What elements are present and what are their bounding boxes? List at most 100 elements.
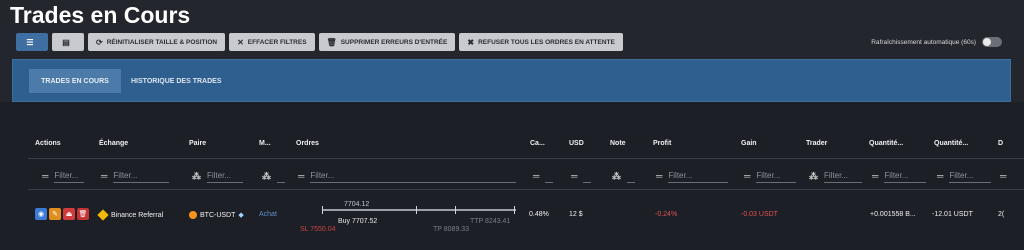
filter-echange: ═ Filter...: [101, 165, 170, 187]
col-note[interactable]: Note: [610, 140, 626, 147]
col-gain[interactable]: Gain: [741, 140, 757, 147]
filter-quantite-2: ═ Filter...: [937, 165, 992, 187]
order-tick-ttp: [514, 206, 515, 214]
filter-paire: ⁂ Filter...: [192, 165, 243, 187]
card-view-button[interactable]: ▤: [52, 33, 84, 51]
filter-actions: ═ Filter...: [42, 165, 85, 187]
filter-input[interactable]: Filter...: [668, 169, 729, 183]
filter-ordres: ═ Filter...: [298, 165, 517, 187]
col-actions[interactable]: Actions: [35, 140, 61, 147]
header-divider: [28, 158, 1024, 159]
tab-historique[interactable]: HISTORIQUE DES TRADES: [131, 69, 222, 93]
order-tick-sl: [322, 206, 323, 214]
row-qty-1: +0.001558 B...: [870, 211, 916, 218]
order-buy-price: Buy 7707.52: [338, 218, 378, 225]
filter-gain: ═ Filter...: [744, 165, 797, 187]
row-side[interactable]: Achat: [259, 211, 277, 218]
list-icon: ☰: [26, 37, 34, 47]
reject-orders-button[interactable]: ✖ REFUSER TOUS LES ORDRES EN ATTENTE: [459, 33, 623, 51]
filter-menu-icon[interactable]: ═: [571, 171, 577, 181]
filter-ca: ═: [533, 165, 554, 187]
filter-trader: ⁂ Filter...: [809, 165, 862, 187]
filter-profit: ═ Filter...: [656, 165, 729, 187]
trash-icon: 🗑: [326, 37, 337, 47]
tabs-panel: TRADES EN COURS HISTORIQUE DES TRADES: [12, 59, 1011, 102]
row-pair: BTC-USDT ◆: [189, 211, 244, 220]
card-icon: ▤: [62, 37, 70, 47]
reset-size-button[interactable]: ⟳ RÉINITIALISER TAILLE & POSITION: [88, 33, 226, 51]
filter-quantite-1: ═ Filter...: [872, 165, 927, 187]
toolbar: ☰ ▤ ⟳ RÉINITIALISER TAILLE & POSITION ✕ EF…: [16, 33, 623, 51]
filter-menu-icon[interactable]: ═: [298, 171, 304, 181]
filter-d: ═: [1000, 165, 1012, 187]
filter-menu-icon[interactable]: ═: [101, 171, 107, 181]
row-qty-2: -12.01 USDT: [932, 211, 973, 218]
row-ca: 0.48%: [529, 211, 549, 218]
filter-input[interactable]: Filter...: [756, 169, 797, 183]
col-quantite-1[interactable]: Quantité...: [869, 140, 903, 147]
binance-icon: [97, 209, 109, 221]
col-quantite-2[interactable]: Quantité...: [934, 140, 968, 147]
edit-icon[interactable]: ✎: [49, 208, 61, 220]
diamond-icon: ◆: [238, 212, 244, 219]
delete-errors-button[interactable]: 🗑 SUPPRIMER ERREURS D'ENTRÉE: [318, 33, 456, 51]
col-m[interactable]: M...: [259, 140, 271, 147]
row-actions: ◉ ✎ ⏏ 🗑: [35, 208, 91, 220]
col-ordres[interactable]: Ordres: [296, 140, 319, 147]
col-d[interactable]: D: [998, 140, 1003, 147]
col-trader[interactable]: Trader: [806, 140, 827, 147]
filter-input[interactable]: Filter...: [884, 169, 927, 183]
auto-refresh-toggle[interactable]: [982, 37, 1002, 47]
refresh-icon: ⟳: [96, 37, 103, 47]
filter-menu-icon[interactable]: ═: [42, 171, 48, 181]
filter-menu-icon[interactable]: ═: [1000, 171, 1006, 181]
filter-input[interactable]: Filter...: [824, 169, 862, 183]
filter-row: ═ Filter... ═ Filter... ⁂ Filter... ⁂ ═ Filt…: [0, 165, 1024, 187]
order-top-price: 7704.12: [344, 201, 370, 208]
filter-input[interactable]: Filter...: [54, 169, 85, 183]
reject-icon: ✖: [467, 37, 475, 47]
filter-menu-icon[interactable]: ⁂: [262, 171, 271, 182]
list-view-button[interactable]: ☰: [16, 33, 48, 51]
filter-menu-icon[interactable]: ═: [533, 171, 539, 181]
filter-input[interactable]: Filter...: [310, 169, 517, 183]
tab-trades-en-cours[interactable]: TRADES EN COURS: [29, 69, 121, 93]
col-echange[interactable]: Échange: [99, 140, 128, 147]
filter-menu-icon[interactable]: ⁂: [612, 171, 621, 182]
filter-menu-icon[interactable]: ═: [656, 171, 662, 181]
order-ttp-price: TTP 8243.41: [470, 218, 511, 225]
close-trade-icon[interactable]: ⏏: [63, 208, 75, 220]
col-usd[interactable]: USD: [569, 140, 584, 147]
order-bar: [322, 209, 516, 211]
col-ca[interactable]: Ca...: [530, 140, 545, 147]
filter-m: ⁂: [262, 165, 285, 187]
row-profit: -0.24%: [655, 211, 678, 218]
filter-menu-icon[interactable]: ⁂: [809, 171, 818, 182]
auto-refresh-label: Rafraîchissement automatique (60s): [871, 38, 976, 46]
filter-menu-icon[interactable]: ═: [872, 171, 878, 181]
filter-menu-icon[interactable]: ═: [937, 171, 943, 181]
order-sl-price: SL 7550.04: [300, 226, 336, 233]
filter-input[interactable]: Filter...: [113, 169, 170, 183]
clear-filters-button[interactable]: ✕ EFFACER FILTRES: [229, 33, 315, 51]
filter-input[interactable]: Filter...: [949, 169, 992, 183]
delete-icon[interactable]: 🗑: [77, 208, 89, 220]
filter-menu-icon[interactable]: ═: [744, 171, 750, 181]
filter-note: ⁂: [612, 165, 635, 187]
filter-menu-icon[interactable]: ⁂: [192, 171, 201, 182]
order-tp-price: TP 8089.33: [433, 226, 470, 233]
page-title: Trades en Cours: [10, 2, 191, 28]
filter-input[interactable]: Filter...: [207, 169, 243, 183]
order-visual: 7704.12 Buy 7707.52 TTP 8243.41 SL 7550.…: [300, 200, 520, 240]
row-gain: -0.03 USDT: [741, 211, 778, 218]
auto-refresh: Rafraîchissement automatique (60s): [871, 37, 1002, 47]
col-profit[interactable]: Profit: [653, 140, 671, 147]
view-icon[interactable]: ◉: [35, 208, 47, 220]
trades-grid: Actions Échange Paire M... Ordres Ca... …: [0, 102, 1024, 250]
order-tick-buy: [416, 206, 417, 214]
row-d: 2(: [998, 211, 1005, 218]
row-usd: 12 $: [569, 211, 583, 218]
order-tick-tp: [455, 206, 456, 214]
bitcoin-icon: [189, 211, 197, 220]
col-paire[interactable]: Paire: [189, 140, 206, 147]
